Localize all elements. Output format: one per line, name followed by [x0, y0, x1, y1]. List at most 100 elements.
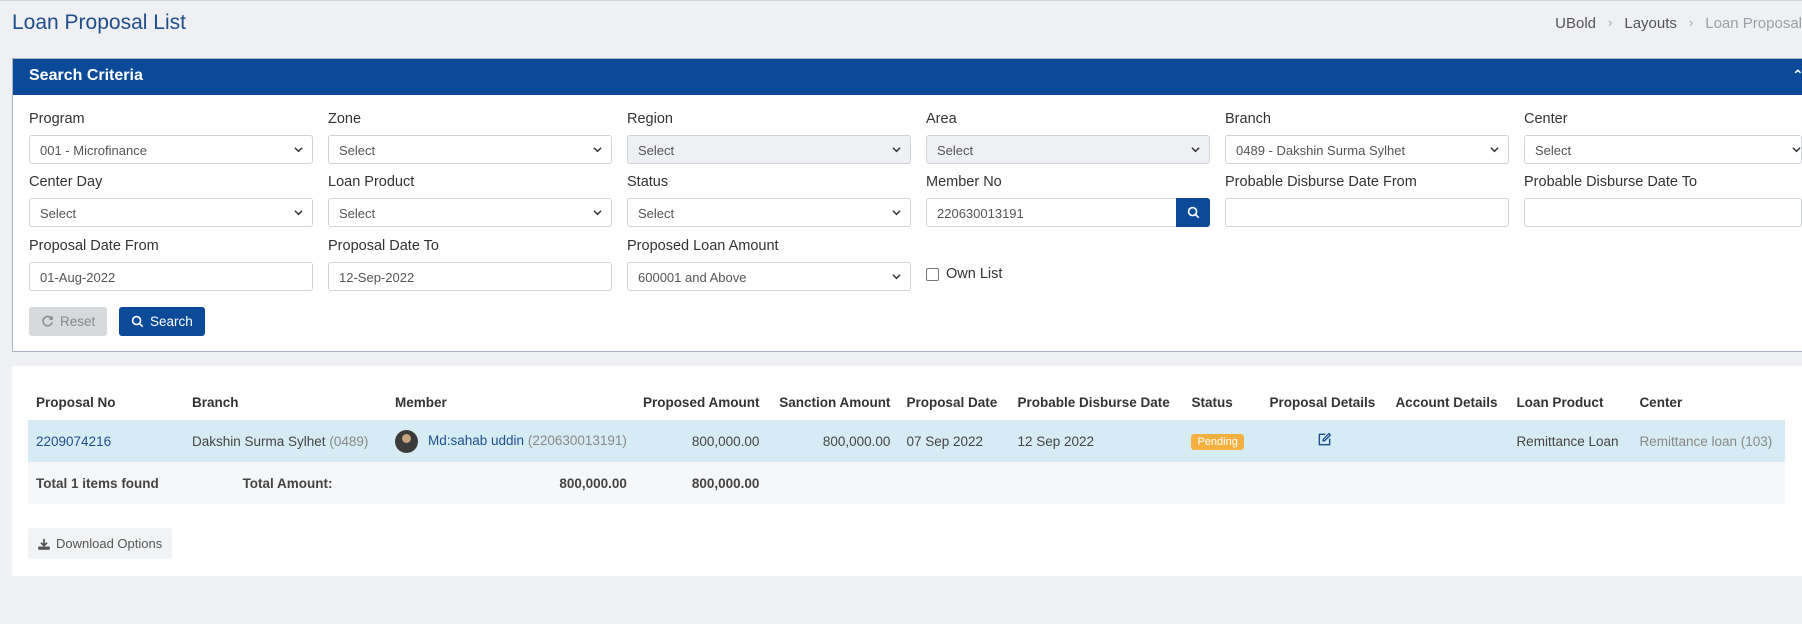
refresh-icon — [42, 315, 53, 327]
chevron-up-icon[interactable]: ⌃ — [1792, 67, 1802, 83]
zone-label: Zone — [328, 111, 362, 127]
col-sanction-amount[interactable]: Sanction Amount — [767, 384, 898, 420]
chevron-right-icon: › — [1608, 15, 1613, 30]
branch-select[interactable]: 0489 - Dakshin Surma Sylhet — [1225, 135, 1509, 164]
status-badge: Pending — [1191, 433, 1244, 450]
branch-cell: Dakshin Surma Sylhet (0489) — [184, 420, 387, 462]
col-disburse-date[interactable]: Probable Disburse Date — [1009, 384, 1183, 420]
own-list-checkbox[interactable] — [926, 267, 939, 281]
col-center[interactable]: Center — [1631, 384, 1785, 420]
loan-amount-select[interactable]: 600001 and Above — [627, 262, 911, 291]
reset-button[interactable]: Reset — [29, 307, 108, 336]
search-criteria-card: Search Criteria ⌃ Program 001 - Microfin… — [12, 58, 1802, 352]
download-options-label: Download Options — [56, 536, 163, 551]
col-status[interactable]: Status — [1183, 384, 1261, 420]
chevron-down-icon — [294, 210, 303, 216]
center-value: Select — [1535, 143, 1572, 158]
col-proposal-no[interactable]: Proposal No — [28, 384, 184, 420]
member-no-group: 220630013191 — [926, 198, 1210, 227]
branch-code: (0489) — [329, 433, 369, 449]
disburse-to-input[interactable] — [1524, 198, 1802, 227]
zone-select[interactable]: Select — [328, 135, 612, 164]
own-list-label: Own List — [946, 266, 1003, 282]
loan-amount-field: Proposed Loan Amount 600001 and Above — [627, 238, 911, 291]
loan-product-select[interactable]: Select — [328, 198, 612, 227]
center-day-select[interactable]: Select — [29, 198, 313, 227]
col-member[interactable]: Member — [387, 384, 635, 420]
chevron-down-icon — [1792, 147, 1801, 153]
proposal-details-cell — [1261, 420, 1388, 462]
proposal-date-cell: 07 Sep 2022 — [898, 420, 1010, 462]
center-label: Center — [1524, 111, 1568, 127]
region-value: Select — [638, 143, 675, 158]
breadcrumb: UBold › Layouts › Loan Proposal — [1555, 15, 1802, 32]
total-suffix: items found — [82, 475, 159, 491]
branch-field: Branch 0489 - Dakshin Surma Sylhet — [1225, 111, 1509, 164]
download-options-button[interactable]: Download Options — [28, 528, 173, 559]
branch-name: Dakshin Surma Sylhet — [192, 433, 326, 449]
col-account-details[interactable]: Account Details — [1387, 384, 1508, 420]
chevron-down-icon — [892, 274, 901, 280]
total-prefix: Total — [36, 475, 68, 491]
disburse-from-label: Probable Disburse Date From — [1225, 174, 1417, 190]
col-proposal-details[interactable]: Proposal Details — [1261, 384, 1387, 420]
member-search-button[interactable] — [1176, 198, 1210, 227]
loan-product-field: Loan Product Select — [328, 174, 612, 227]
col-proposal-date[interactable]: Proposal Date — [898, 384, 1009, 420]
zone-field: Zone Select — [328, 111, 612, 164]
disburse-date-cell: 12 Sep 2022 — [1009, 420, 1184, 462]
chevron-down-icon — [892, 210, 901, 216]
chevron-down-icon — [1490, 147, 1499, 153]
proposal-no-link[interactable]: 2209074216 — [28, 420, 184, 462]
area-value: Select — [937, 143, 974, 158]
member-no-input[interactable]: 220630013191 — [926, 198, 1176, 227]
loan-product-value: Select — [339, 206, 376, 221]
area-label: Area — [926, 111, 957, 127]
own-list-checkbox-group[interactable]: Own List — [926, 266, 1002, 282]
sanction-amount-cell: 800,000.00 — [767, 420, 899, 462]
member-name-link[interactable]: Md:sahab uddin — [428, 433, 524, 448]
proposal-to-label: Proposal Date To — [328, 238, 439, 254]
status-select[interactable]: Select — [627, 198, 911, 227]
chevron-down-icon — [593, 147, 602, 153]
area-select[interactable]: Select — [926, 135, 1210, 164]
region-field: Region Select — [627, 111, 911, 164]
status-label: Status — [627, 174, 669, 190]
proposal-from-label: Proposal Date From — [29, 238, 159, 254]
breadcrumb-item-layouts[interactable]: Layouts — [1624, 15, 1677, 32]
member-cell: Md:sahab uddin (220630013191) — [387, 420, 635, 462]
branch-label: Branch — [1225, 111, 1271, 127]
breadcrumb-item-ubold[interactable]: UBold — [1555, 15, 1596, 32]
search-button[interactable]: Search — [119, 307, 205, 336]
center-day-field: Center Day Select — [29, 174, 313, 227]
total-row: Total 1 items found Total Amount: 800,00… — [28, 462, 1786, 504]
program-value: 001 - Microfinance — [40, 143, 147, 158]
col-proposed-amount[interactable]: Proposed Amount — [635, 384, 768, 420]
search-criteria-header[interactable]: Search Criteria ⌃ — [13, 59, 1802, 95]
edit-icon[interactable] — [1317, 432, 1332, 447]
region-select[interactable]: Select — [627, 135, 911, 164]
disburse-from-field: Probable Disburse Date From — [1225, 174, 1509, 227]
col-loan-product[interactable]: Loan Product — [1508, 384, 1631, 420]
breadcrumb-item-current: Loan Proposal — [1705, 15, 1802, 32]
proposal-table: Proposal No Branch Member Proposed Amoun… — [28, 384, 1786, 504]
col-branch[interactable]: Branch — [184, 384, 387, 420]
program-select[interactable]: 001 - Microfinance — [29, 135, 313, 164]
total-count: 1 — [71, 475, 79, 491]
total-items-cell: Total 1 items found Total Amount: — [28, 462, 387, 504]
center-select[interactable]: Select — [1524, 135, 1802, 164]
total-amount-label: Total Amount: — [242, 475, 333, 491]
loan-product-cell: Remittance Loan — [1508, 420, 1632, 462]
disburse-from-input[interactable] — [1225, 198, 1509, 227]
proposal-to-field: Proposal Date To 12-Sep-2022 — [328, 238, 612, 291]
member-no-label: Member No — [926, 174, 1002, 190]
center-field: Center Select — [1524, 111, 1802, 164]
search-label: Search — [150, 314, 193, 329]
status-field: Status Select — [627, 174, 911, 227]
table-row: 2209074216 Dakshin Surma Sylhet (0489) M… — [28, 420, 1786, 462]
chevron-down-icon — [593, 210, 602, 216]
member-number: (220630013191) — [527, 432, 627, 448]
proposal-from-field: Proposal Date From 01-Aug-2022 — [29, 238, 313, 291]
proposal-from-input[interactable]: 01-Aug-2022 — [29, 262, 313, 291]
proposal-to-input[interactable]: 12-Sep-2022 — [328, 262, 612, 291]
